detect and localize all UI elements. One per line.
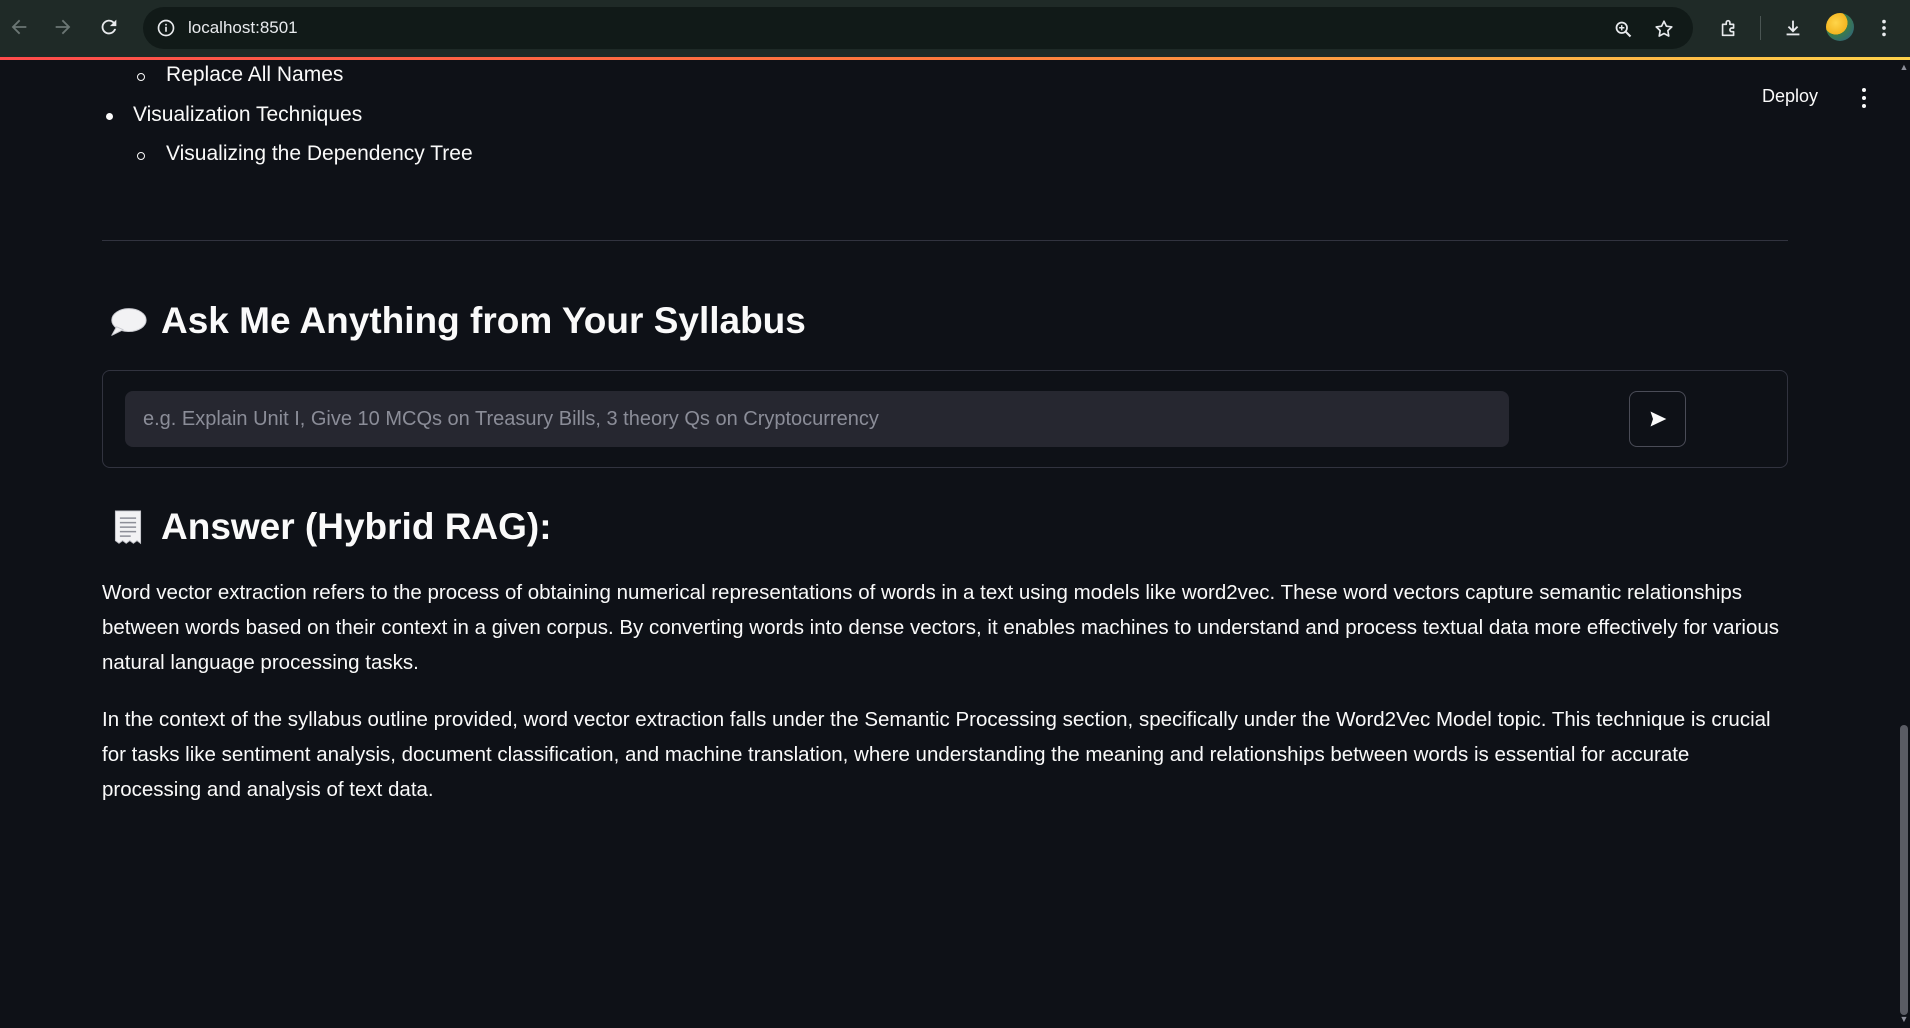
downloads-icon[interactable] bbox=[1779, 14, 1807, 42]
site-info-icon[interactable] bbox=[153, 15, 179, 41]
answer-paragraph: Word vector extraction refers to the pro… bbox=[102, 581, 1779, 674]
answer-section-title: Answer (Hybrid RAG): bbox=[161, 506, 552, 547]
main-menu-icon[interactable] bbox=[1854, 86, 1874, 110]
page-scrollbar[interactable]: ▲ ▼ bbox=[1898, 60, 1910, 1028]
send-button[interactable] bbox=[1629, 391, 1686, 447]
extensions-icon[interactable] bbox=[1715, 14, 1743, 42]
ask-section-title: Ask Me Anything from Your Syllabus bbox=[161, 300, 806, 341]
answer-paragraph: In the context of the syllabus outline p… bbox=[102, 708, 1771, 801]
back-button[interactable] bbox=[4, 12, 34, 42]
scrollbar-thumb[interactable] bbox=[1900, 725, 1908, 1015]
profile-avatar[interactable] bbox=[1826, 13, 1854, 41]
header-decoration-bar bbox=[0, 57, 1910, 60]
list-item: Replace All Names bbox=[166, 63, 344, 86]
forward-arrow-icon bbox=[55, 19, 71, 35]
list-item: Visualization Techniques bbox=[133, 103, 363, 126]
sub-bullet-icon bbox=[137, 152, 145, 160]
list-item: Visualizing the Dependency Tree bbox=[166, 142, 473, 165]
scroll-down-icon[interactable]: ▼ bbox=[1899, 1014, 1909, 1024]
question-input[interactable] bbox=[125, 391, 1509, 447]
browser-toolbar: localhost:8501 bbox=[0, 0, 1910, 57]
forward-button[interactable] bbox=[48, 12, 78, 42]
scroll-up-icon[interactable]: ▲ bbox=[1899, 62, 1909, 72]
toolbar-divider bbox=[1760, 16, 1761, 40]
deploy-button[interactable]: Deploy bbox=[1762, 86, 1818, 107]
bookmark-star-icon[interactable] bbox=[1651, 16, 1677, 42]
address-bar[interactable]: localhost:8501 bbox=[143, 7, 1693, 49]
receipt-icon bbox=[108, 506, 148, 550]
bullet-icon bbox=[106, 113, 113, 120]
zoom-icon[interactable] bbox=[1610, 16, 1636, 42]
reload-button[interactable] bbox=[94, 12, 124, 42]
section-divider bbox=[102, 240, 1788, 241]
send-arrow-icon bbox=[1650, 411, 1666, 427]
browser-menu-icon[interactable] bbox=[1870, 14, 1898, 42]
back-arrow-icon bbox=[11, 19, 27, 35]
url-text[interactable]: localhost:8501 bbox=[188, 18, 298, 38]
question-form bbox=[102, 370, 1788, 468]
speech-balloon-icon bbox=[106, 300, 150, 344]
sub-bullet-icon bbox=[137, 73, 145, 81]
reload-icon bbox=[101, 19, 117, 35]
